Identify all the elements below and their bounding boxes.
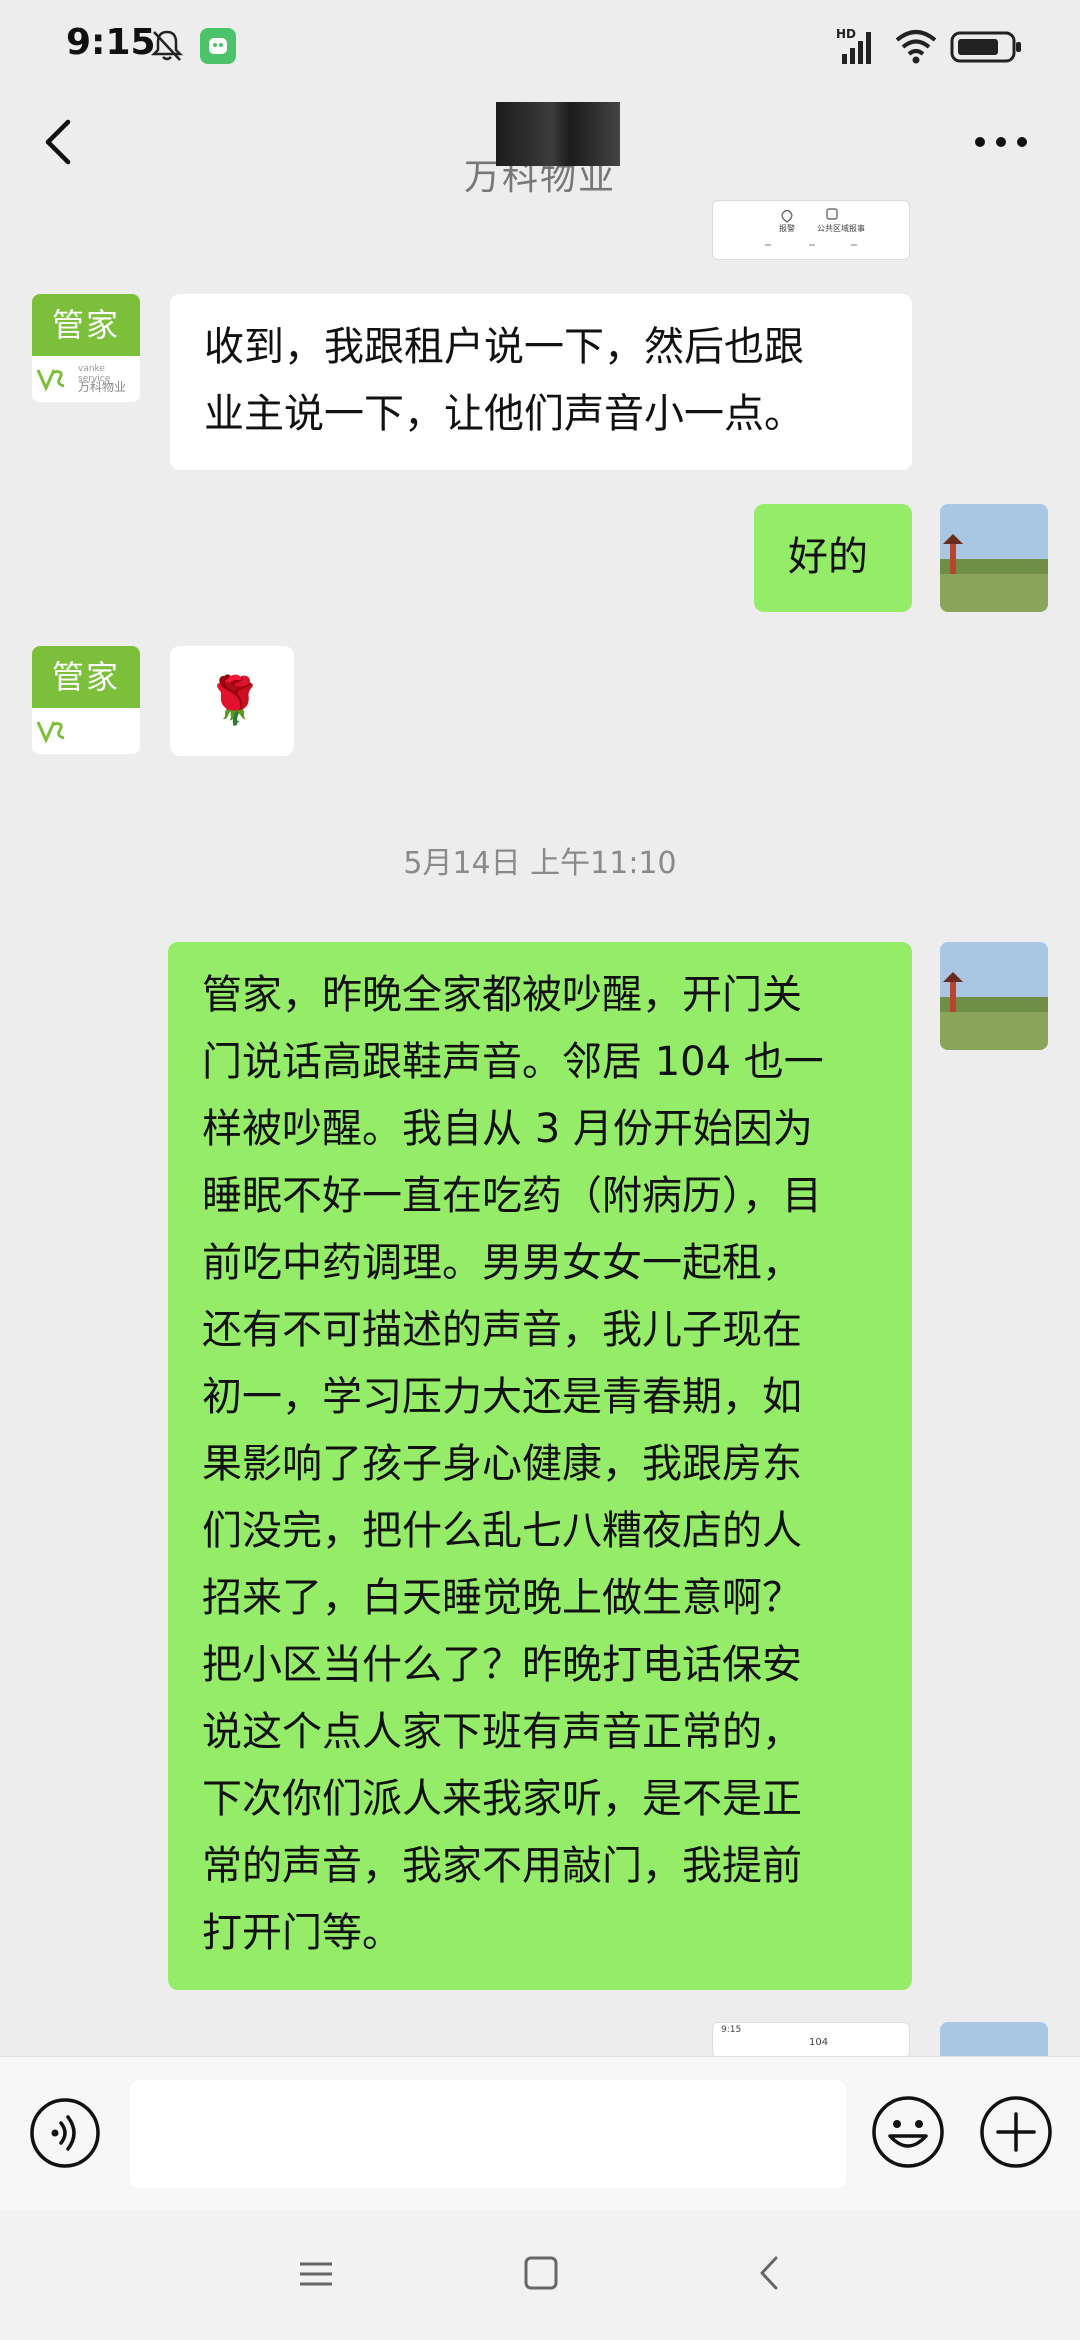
more-dots-icon[interactable]: [966, 120, 1036, 164]
redacted-avatar-mask: [496, 102, 620, 166]
agent-avatar-label: 管家: [32, 294, 140, 356]
timestamp-separator: 5月14日 上午11:10: [403, 846, 677, 881]
card-label-alarm: 报警: [779, 224, 795, 233]
battery-icon: [950, 31, 1021, 63]
card-time: 9:15: [721, 2025, 742, 2035]
vanke-logo: vanke service 万科物业: [32, 356, 140, 402]
plus-icon[interactable]: [978, 2094, 1054, 2170]
message-bubble-agent[interactable]: 🌹: [170, 646, 294, 756]
menu-icon[interactable]: [296, 2254, 336, 2294]
status-time: 9:15: [66, 22, 156, 63]
user-avatar-partial[interactable]: [940, 2022, 1048, 2056]
image-message-partial-top[interactable]: 报警 公共区域报事: [712, 200, 910, 260]
agent-avatar[interactable]: 管家: [32, 646, 140, 754]
card-label-report: 公共区域报事: [817, 224, 865, 233]
svg-text:HD: HD: [836, 27, 856, 41]
agent-avatar[interactable]: 管家 vanke service 万科物业: [32, 294, 140, 402]
agent-brand-cn: 万科物业: [78, 380, 127, 394]
vanke-logo: [32, 708, 140, 754]
image-message-partial-bottom[interactable]: 9:15 104: [712, 2022, 910, 2058]
message-text: 收到，我跟租户说一下，然后也跟 业主说一下，让他们声音小一点。: [204, 324, 804, 437]
message-bubble-user[interactable]: 管家，昨晚全家都被吵醒，开门关 门说话高跟鞋声音。邻居 104 也一 样被吵醒。…: [168, 942, 912, 1990]
message-bubble-user[interactable]: 好的: [754, 504, 912, 612]
hd-signal-icon: HD: [836, 27, 871, 64]
message-text: 好的: [788, 534, 868, 580]
voice-icon[interactable]: [28, 2096, 102, 2170]
user-avatar[interactable]: [940, 942, 1048, 1050]
heart-icon: [765, 208, 857, 246]
message-bubble-agent[interactable]: 收到，我跟租户说一下，然后也跟 业主说一下，让他们声音小一点。: [170, 294, 912, 470]
home-icon[interactable]: [522, 2254, 560, 2292]
back-icon[interactable]: [754, 2252, 784, 2294]
message-text: 管家，昨晚全家都被吵醒，开门关 门说话高跟鞋声音。邻居 104 也一 样被吵醒。…: [202, 972, 824, 1956]
app-notification-icon: [200, 28, 236, 64]
rose-emoji: 🌹: [206, 673, 264, 727]
message-input[interactable]: [130, 2080, 846, 2188]
card-number: 104: [809, 2037, 829, 2048]
emoji-icon[interactable]: [870, 2094, 946, 2170]
mute-bell-icon: [150, 30, 184, 61]
user-avatar[interactable]: [940, 504, 1048, 612]
agent-avatar-label: 管家: [32, 646, 140, 708]
wifi-icon: [895, 30, 937, 64]
